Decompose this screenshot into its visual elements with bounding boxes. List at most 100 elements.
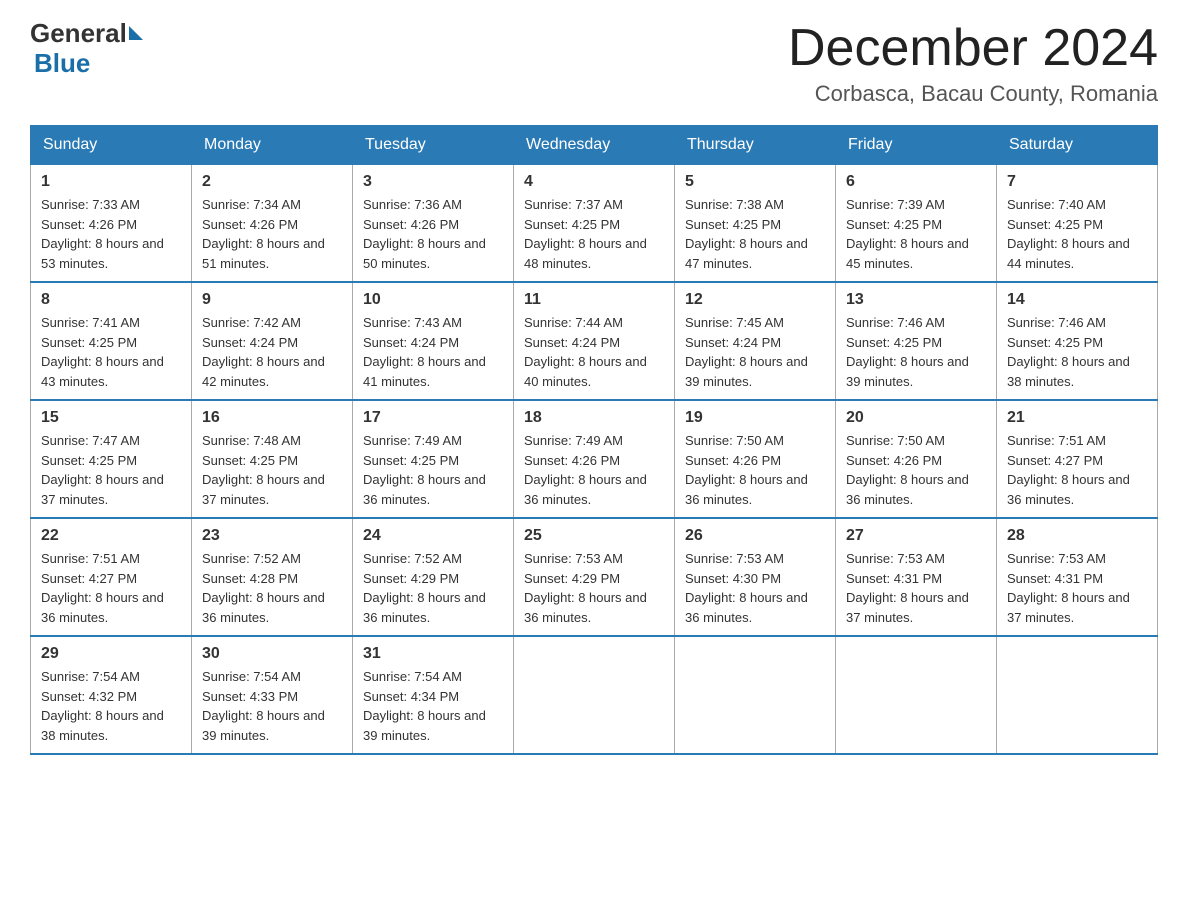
calendar-cell [514, 636, 675, 754]
day-number: 4 [524, 173, 664, 191]
calendar-cell: 12 Sunrise: 7:45 AMSunset: 4:24 PMDaylig… [675, 282, 836, 400]
calendar-cell [675, 636, 836, 754]
day-info: Sunrise: 7:53 AMSunset: 4:31 PMDaylight:… [1007, 551, 1130, 625]
calendar-cell: 16 Sunrise: 7:48 AMSunset: 4:25 PMDaylig… [192, 400, 353, 518]
day-number: 6 [846, 173, 986, 191]
calendar-cell: 1 Sunrise: 7:33 AMSunset: 4:26 PMDayligh… [31, 165, 192, 283]
calendar-cell: 17 Sunrise: 7:49 AMSunset: 4:25 PMDaylig… [353, 400, 514, 518]
day-number: 27 [846, 527, 986, 545]
day-info: Sunrise: 7:36 AMSunset: 4:26 PMDaylight:… [363, 197, 486, 271]
day-number: 22 [41, 527, 181, 545]
day-info: Sunrise: 7:51 AMSunset: 4:27 PMDaylight:… [41, 551, 164, 625]
day-number: 1 [41, 173, 181, 191]
day-info: Sunrise: 7:46 AMSunset: 4:25 PMDaylight:… [846, 315, 969, 389]
day-info: Sunrise: 7:50 AMSunset: 4:26 PMDaylight:… [685, 433, 808, 507]
day-number: 12 [685, 291, 825, 309]
calendar-cell: 7 Sunrise: 7:40 AMSunset: 4:25 PMDayligh… [997, 165, 1158, 283]
day-number: 29 [41, 645, 181, 663]
day-info: Sunrise: 7:49 AMSunset: 4:26 PMDaylight:… [524, 433, 647, 507]
day-number: 24 [363, 527, 503, 545]
day-info: Sunrise: 7:46 AMSunset: 4:25 PMDaylight:… [1007, 315, 1130, 389]
logo: General Blue [30, 20, 143, 79]
day-number: 21 [1007, 409, 1147, 427]
calendar-cell [997, 636, 1158, 754]
day-number: 14 [1007, 291, 1147, 309]
calendar-cell: 19 Sunrise: 7:50 AMSunset: 4:26 PMDaylig… [675, 400, 836, 518]
column-header-saturday: Saturday [997, 126, 1158, 165]
logo-blue-text: Blue [34, 48, 90, 79]
day-number: 3 [363, 173, 503, 191]
day-info: Sunrise: 7:49 AMSunset: 4:25 PMDaylight:… [363, 433, 486, 507]
calendar-cell: 28 Sunrise: 7:53 AMSunset: 4:31 PMDaylig… [997, 518, 1158, 636]
day-info: Sunrise: 7:45 AMSunset: 4:24 PMDaylight:… [685, 315, 808, 389]
day-number: 8 [41, 291, 181, 309]
calendar-cell: 29 Sunrise: 7:54 AMSunset: 4:32 PMDaylig… [31, 636, 192, 754]
calendar-week-row: 29 Sunrise: 7:54 AMSunset: 4:32 PMDaylig… [31, 636, 1158, 754]
day-info: Sunrise: 7:44 AMSunset: 4:24 PMDaylight:… [524, 315, 647, 389]
day-number: 13 [846, 291, 986, 309]
calendar-week-row: 15 Sunrise: 7:47 AMSunset: 4:25 PMDaylig… [31, 400, 1158, 518]
day-number: 19 [685, 409, 825, 427]
day-number: 15 [41, 409, 181, 427]
day-info: Sunrise: 7:40 AMSunset: 4:25 PMDaylight:… [1007, 197, 1130, 271]
logo-general-text: General [30, 20, 127, 46]
day-number: 5 [685, 173, 825, 191]
day-info: Sunrise: 7:37 AMSunset: 4:25 PMDaylight:… [524, 197, 647, 271]
day-number: 18 [524, 409, 664, 427]
day-info: Sunrise: 7:53 AMSunset: 4:29 PMDaylight:… [524, 551, 647, 625]
day-number: 28 [1007, 527, 1147, 545]
calendar-cell: 15 Sunrise: 7:47 AMSunset: 4:25 PMDaylig… [31, 400, 192, 518]
page-header: General Blue December 2024 Corbasca, Bac… [30, 20, 1158, 107]
calendar-cell: 21 Sunrise: 7:51 AMSunset: 4:27 PMDaylig… [997, 400, 1158, 518]
calendar-cell: 5 Sunrise: 7:38 AMSunset: 4:25 PMDayligh… [675, 165, 836, 283]
day-info: Sunrise: 7:52 AMSunset: 4:28 PMDaylight:… [202, 551, 325, 625]
day-info: Sunrise: 7:48 AMSunset: 4:25 PMDaylight:… [202, 433, 325, 507]
day-number: 10 [363, 291, 503, 309]
day-info: Sunrise: 7:50 AMSunset: 4:26 PMDaylight:… [846, 433, 969, 507]
day-number: 26 [685, 527, 825, 545]
location-title: Corbasca, Bacau County, Romania [788, 81, 1158, 107]
column-header-thursday: Thursday [675, 126, 836, 165]
day-info: Sunrise: 7:41 AMSunset: 4:25 PMDaylight:… [41, 315, 164, 389]
day-number: 17 [363, 409, 503, 427]
calendar-cell: 8 Sunrise: 7:41 AMSunset: 4:25 PMDayligh… [31, 282, 192, 400]
title-block: December 2024 Corbasca, Bacau County, Ro… [788, 20, 1158, 107]
calendar-table: SundayMondayTuesdayWednesdayThursdayFrid… [30, 125, 1158, 755]
column-header-friday: Friday [836, 126, 997, 165]
day-info: Sunrise: 7:33 AMSunset: 4:26 PMDaylight:… [41, 197, 164, 271]
day-info: Sunrise: 7:53 AMSunset: 4:30 PMDaylight:… [685, 551, 808, 625]
calendar-cell: 6 Sunrise: 7:39 AMSunset: 4:25 PMDayligh… [836, 165, 997, 283]
calendar-cell: 2 Sunrise: 7:34 AMSunset: 4:26 PMDayligh… [192, 165, 353, 283]
day-number: 23 [202, 527, 342, 545]
day-number: 16 [202, 409, 342, 427]
day-info: Sunrise: 7:51 AMSunset: 4:27 PMDaylight:… [1007, 433, 1130, 507]
calendar-cell: 10 Sunrise: 7:43 AMSunset: 4:24 PMDaylig… [353, 282, 514, 400]
day-number: 7 [1007, 173, 1147, 191]
day-number: 20 [846, 409, 986, 427]
day-info: Sunrise: 7:54 AMSunset: 4:33 PMDaylight:… [202, 669, 325, 743]
calendar-cell: 14 Sunrise: 7:46 AMSunset: 4:25 PMDaylig… [997, 282, 1158, 400]
day-info: Sunrise: 7:42 AMSunset: 4:24 PMDaylight:… [202, 315, 325, 389]
calendar-cell: 22 Sunrise: 7:51 AMSunset: 4:27 PMDaylig… [31, 518, 192, 636]
calendar-cell: 24 Sunrise: 7:52 AMSunset: 4:29 PMDaylig… [353, 518, 514, 636]
calendar-header-row: SundayMondayTuesdayWednesdayThursdayFrid… [31, 126, 1158, 165]
calendar-cell: 31 Sunrise: 7:54 AMSunset: 4:34 PMDaylig… [353, 636, 514, 754]
calendar-cell: 4 Sunrise: 7:37 AMSunset: 4:25 PMDayligh… [514, 165, 675, 283]
calendar-week-row: 8 Sunrise: 7:41 AMSunset: 4:25 PMDayligh… [31, 282, 1158, 400]
calendar-cell: 30 Sunrise: 7:54 AMSunset: 4:33 PMDaylig… [192, 636, 353, 754]
calendar-cell: 9 Sunrise: 7:42 AMSunset: 4:24 PMDayligh… [192, 282, 353, 400]
day-number: 11 [524, 291, 664, 309]
calendar-cell: 25 Sunrise: 7:53 AMSunset: 4:29 PMDaylig… [514, 518, 675, 636]
logo-arrow-icon [129, 26, 143, 40]
calendar-cell: 18 Sunrise: 7:49 AMSunset: 4:26 PMDaylig… [514, 400, 675, 518]
day-info: Sunrise: 7:47 AMSunset: 4:25 PMDaylight:… [41, 433, 164, 507]
day-info: Sunrise: 7:54 AMSunset: 4:34 PMDaylight:… [363, 669, 486, 743]
calendar-cell: 13 Sunrise: 7:46 AMSunset: 4:25 PMDaylig… [836, 282, 997, 400]
column-header-tuesday: Tuesday [353, 126, 514, 165]
day-info: Sunrise: 7:53 AMSunset: 4:31 PMDaylight:… [846, 551, 969, 625]
column-header-monday: Monday [192, 126, 353, 165]
day-info: Sunrise: 7:52 AMSunset: 4:29 PMDaylight:… [363, 551, 486, 625]
calendar-cell [836, 636, 997, 754]
day-info: Sunrise: 7:38 AMSunset: 4:25 PMDaylight:… [685, 197, 808, 271]
day-info: Sunrise: 7:34 AMSunset: 4:26 PMDaylight:… [202, 197, 325, 271]
